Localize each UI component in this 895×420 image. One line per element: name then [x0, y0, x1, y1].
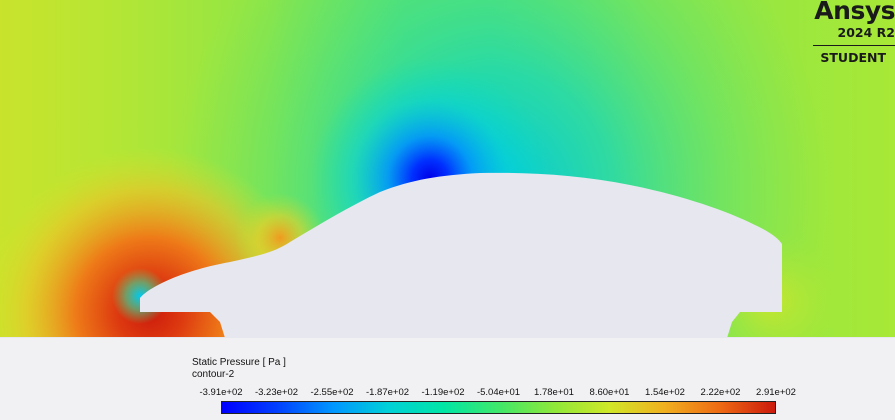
colorbar-tick-label: -1.19e+02: [421, 387, 465, 398]
colorbar-tick-label: -2.55e+02: [310, 387, 354, 398]
contour-viewport[interactable]: Ansys 2024 R2 STUDENT: [0, 0, 895, 338]
colorbar: [221, 401, 776, 414]
edition-label: STUDENT: [820, 50, 886, 65]
legend-title: Static Pressure [ Pa ]: [192, 357, 286, 368]
colorbar-tick-label: -1.87e+02: [365, 387, 410, 398]
colorbar-tick-label: -5.04e+01: [476, 387, 521, 398]
pressure-contour-plot: [0, 0, 895, 338]
logo-divider: [813, 45, 895, 46]
ansys-logo: Ansys 2024 R2 STUDENT: [805, 0, 895, 70]
colorbar-tick-label: -3.23e+02: [254, 387, 299, 398]
ansys-wordmark: Ansys: [814, 0, 895, 25]
colorbar-tick-label: 1.78e+01: [534, 387, 574, 398]
version-label: 2024 R2: [837, 25, 895, 40]
colorbar-tick-label: 8.60e+01: [589, 387, 630, 398]
legend-subtitle: contour-2: [192, 369, 235, 380]
colorbar-tick-label: 2.22e+02: [700, 387, 741, 398]
colorbar-tick-label: -3.91e+02: [199, 387, 243, 398]
colorbar-tick-labels: -3.91e+02 -3.23e+02 -2.55e+02 -1.87e+02 …: [0, 387, 895, 399]
colorbar-tick-label: 2.91e+02: [756, 387, 796, 398]
colorbar-tick-label: 1.54e+02: [645, 387, 685, 398]
